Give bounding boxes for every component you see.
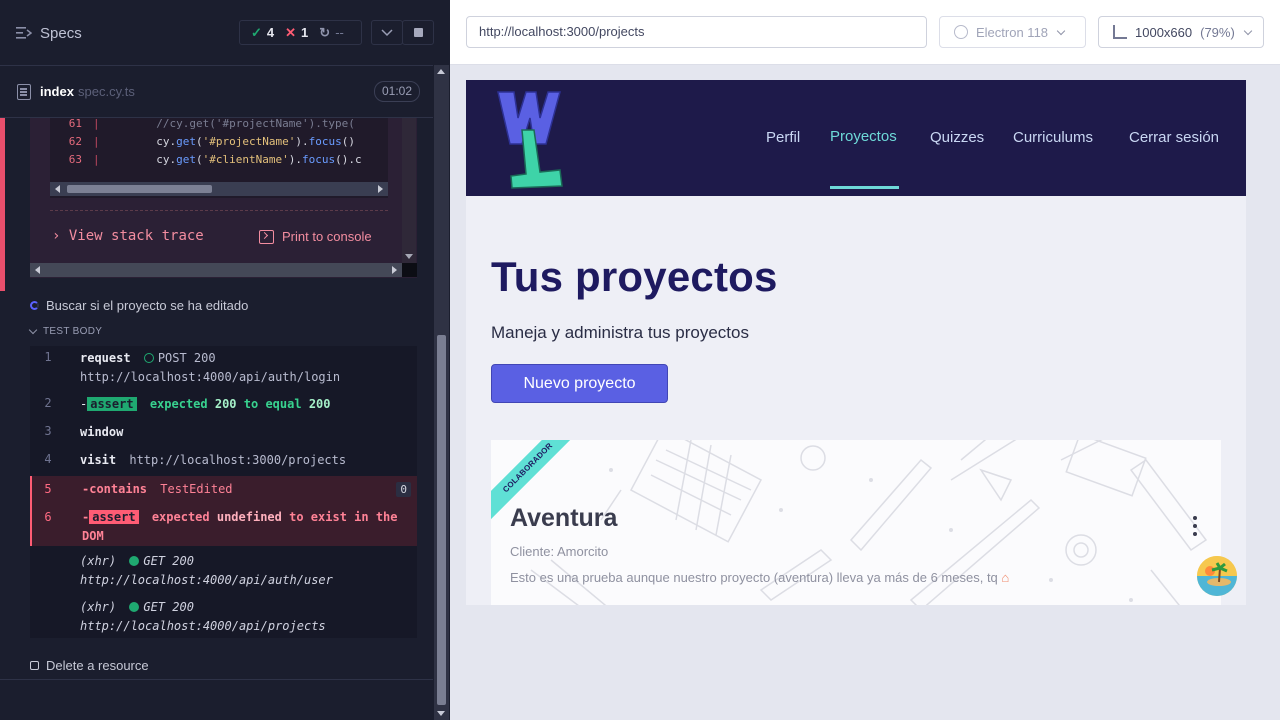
floating-avatar[interactable] [1197,556,1237,596]
island-icon [1197,556,1237,596]
app-iframe: Perfil Proyectos Quizzes Curriculums Cer… [466,80,1246,605]
viewport-selector[interactable]: 1000x660 (79%) [1098,16,1264,48]
app-logo[interactable] [494,90,564,190]
failed-stat: ✕ 1 [285,25,308,41]
command-row[interactable]: 1 request POST 200 http://localhost:4000… [30,346,417,388]
chevron-down-icon [1243,26,1253,35]
url-bar[interactable]: http://localhost:3000/projects [466,16,927,48]
command-log: 1 request POST 200 http://localhost:4000… [30,346,417,638]
nav-curriculums[interactable]: Curriculums [1013,129,1093,146]
xhr-row[interactable]: (xhr) GET 200 http://localhost:4000/api/… [30,550,417,594]
electron-icon [954,25,968,39]
specs-menu-icon[interactable] [16,26,32,40]
spec-file-row[interactable]: index spec.cy.ts 01:02 [0,66,433,118]
command-row-failed[interactable]: 5 -contains TestEdited 0 [30,476,417,504]
error-horizontal-scrollbar[interactable] [30,263,402,277]
emoji-icon: ⌂ [1001,570,1010,585]
xhr-row[interactable]: (xhr) GET 200 http://localhost:4000/api/… [30,596,417,640]
code-frame: 61 | //cy.get('#projectName').type( 62 | c… [50,118,388,198]
cypress-reporter: Specs ✓ 4 ✕ 1 ↻ -- index spec.cy.ts 01:0 [0,0,450,720]
active-tab-underline [830,186,899,189]
reporter-vertical-scrollbar[interactable] [434,65,449,720]
card-title: Aventura [510,504,618,532]
test-title-label: Buscar si el proyecto se ha editado [46,298,249,313]
passed-stat: ✓ 4 [251,25,274,41]
status-dot-icon [129,556,140,566]
chevron-down-icon [28,325,38,335]
aut-header: http://localhost:3000/projects Electron … [450,0,1280,65]
pending-icon: ↻ [319,24,331,40]
stop-button[interactable] [402,20,434,45]
ruler-icon [1113,25,1127,39]
terminal-icon [259,229,274,244]
browser-selector[interactable]: Electron 118 [939,16,1086,48]
spec-extension: spec.cy.ts [78,84,135,99]
nav-perfil[interactable]: Perfil [766,129,800,146]
command-row[interactable]: 4 visit http://localhost:3000/projects [30,449,417,473]
test-body-label: TEST BODY [43,326,103,337]
status-dot-icon [143,353,154,363]
passed-count: 4 [266,25,275,40]
viewport-size: 1000x660 [1135,24,1193,40]
browser-label: Electron 118 [976,24,1049,40]
app-navbar: Perfil Proyectos Quizzes Curriculums Cer… [466,80,1246,196]
view-stack-trace-button[interactable]: › View stack trace [52,228,204,244]
status-dot-icon [129,602,140,612]
error-panel: 61 | //cy.get('#projectName').type( 62 | c… [0,118,417,291]
print-console-label: Print to console [282,229,372,244]
match-count-badge: 0 [396,482,411,497]
chevron-down-icon [381,28,393,36]
code-line: 62 | cy.get('#projectName').focus() [68,135,355,148]
reporter-header: Specs ✓ 4 ✕ 1 ↻ -- [0,0,434,66]
divider [50,210,388,211]
test-body-toggle[interactable]: TEST BODY [28,325,103,337]
collapse-button[interactable] [371,20,403,45]
nav-quizzes[interactable]: Quizzes [930,129,984,146]
running-spinner-icon [30,301,39,310]
print-to-console-button[interactable]: Print to console [259,229,372,244]
x-icon: ✕ [285,24,297,40]
test-title-next[interactable]: Delete a resource [30,658,149,673]
viewport-scale: (79%) [1200,24,1235,40]
next-test-label: Delete a resource [46,658,149,673]
test-stats: ✓ 4 ✕ 1 ↻ -- [239,20,362,45]
new-project-button[interactable]: Nuevo proyecto [491,364,668,403]
stop-icon [413,28,423,37]
page-subtitle: Maneja y administra tus proyectos [491,323,749,342]
stack-trace-label: View stack trace [68,228,204,244]
project-card[interactable]: COLABORADOR Aventura Cliente: Amorcito E… [491,440,1221,605]
command-row[interactable]: 3 window [30,421,417,445]
error-indicator [0,118,5,291]
chevron-right-icon: › [52,228,61,244]
command-row-failed[interactable]: 6 - assert expected undefined to exist in… [30,504,417,546]
error-vertical-scrollbar[interactable] [402,118,416,263]
command-row[interactable]: 2 - assert expected 200 to equal 200 [30,393,417,417]
nav-cerrar-sesion[interactable]: Cerrar sesión [1129,129,1219,146]
card-client: Cliente: Amorcito [510,544,609,559]
specs-title[interactable]: Specs [40,25,82,42]
code-line: 61 | //cy.get('#projectName').type( [68,118,355,130]
chevron-down-icon [1056,26,1066,35]
app-under-test-panel: http://localhost:3000/projects Electron … [450,0,1280,720]
check-icon: ✓ [251,24,262,40]
pending-square-icon [30,661,39,670]
failed-count: 1 [301,25,309,40]
card-description: Esto es una prueba aunque nuestro proyec… [510,570,1010,585]
spec-duration: 01:02 [374,81,421,102]
pending-count: -- [335,25,344,40]
page-title: Tus proyectos [491,253,778,300]
pending-stat: ↻ -- [319,25,344,41]
file-icon [17,84,31,100]
test-title[interactable]: Buscar si el proyecto se ha editado [30,298,248,313]
code-horizontal-scrollbar[interactable] [50,182,388,196]
nav-proyectos[interactable]: Proyectos [830,128,897,145]
more-options-icon[interactable] [1193,516,1197,538]
spec-name: index [40,84,74,99]
code-line: 63 | cy.get('#clientName').focus().c [68,153,362,166]
